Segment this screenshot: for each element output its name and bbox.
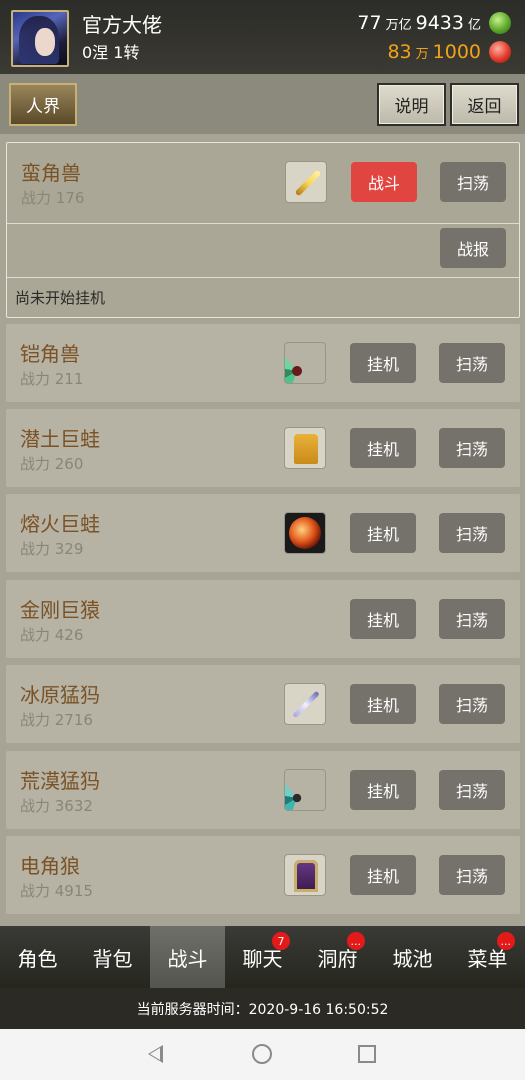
sweep-button[interactable]: 扫荡 <box>439 343 505 383</box>
sweep-button[interactable]: 扫荡 <box>439 513 505 553</box>
idle-button[interactable]: 挂机 <box>350 343 416 383</box>
back-button[interactable]: 返回 <box>450 83 519 126</box>
golden-sword-icon[interactable] <box>285 161 327 203</box>
monster-power: 战力 3632 <box>20 797 93 815</box>
server-time-bar: 当前服务器时间：2020-9-16 16:50:52 <box>0 988 525 1029</box>
report-button[interactable]: 战报 <box>440 228 506 268</box>
sweep-button[interactable]: 扫荡 <box>439 599 505 639</box>
nav-chat[interactable]: 聊天 7 <box>225 926 300 988</box>
menu-badge: ... <box>496 932 515 950</box>
battle-panel: 人界 说明 返回 蛮角兽 战力 176 战斗 扫荡 战报 尚未开始挂机 铠角兽 … <box>0 74 525 926</box>
divider <box>7 277 519 278</box>
currency-primary-unit-b: 亿 <box>467 17 481 33</box>
monster-name: 熔火巨蛙 <box>20 512 100 536</box>
monster-card: 冰原猛犸 战力 2716 挂机 扫荡 <box>6 665 520 743</box>
nav-role[interactable]: 角色 <box>0 926 75 988</box>
bottom-nav: 角色 背包 战斗 聊天 7 洞府 ... 城池 菜单 ... <box>0 926 525 988</box>
idle-button[interactable]: 挂机 <box>350 770 416 810</box>
sweep-button[interactable]: 扫荡 <box>439 684 505 724</box>
nav-menu[interactable]: 菜单 ... <box>450 926 525 988</box>
player-name: 官方大佬 <box>82 13 162 37</box>
monster-name: 潜土巨蛙 <box>20 427 100 451</box>
divider <box>7 223 519 224</box>
monster-power: 战力 426 <box>20 626 84 644</box>
green-gem-icon <box>489 12 511 34</box>
nav-city[interactable]: 城池 <box>375 926 450 988</box>
monster-name: 冰原猛犸 <box>20 683 100 707</box>
currency-primary: 77 万亿 9433 亿 <box>357 10 511 36</box>
sweep-button[interactable]: 扫荡 <box>439 428 505 468</box>
monster-power: 战力 176 <box>21 189 85 207</box>
idle-button[interactable]: 挂机 <box>350 599 416 639</box>
yellow-robe-icon[interactable] <box>284 427 326 469</box>
purple-armor-icon[interactable] <box>284 854 326 896</box>
nav-battle[interactable]: 战斗 <box>150 926 225 988</box>
avatar-face <box>35 28 55 56</box>
monster-card: 潜土巨蛙 战力 260 挂机 扫荡 <box>6 409 520 487</box>
fire-orb-icon[interactable] <box>284 512 326 554</box>
currency-primary-unit-a: 万亿 <box>385 17 412 33</box>
nav-label: 战斗 <box>167 946 208 971</box>
currency-secondary-amount-b: 1000 <box>432 41 481 63</box>
monster-card: 金刚巨猿 战力 426 挂机 扫荡 <box>6 580 520 658</box>
idle-button[interactable]: 挂机 <box>350 855 416 895</box>
battle-toolbar: 人界 说明 返回 <box>0 74 525 134</box>
monster-card: 电角狼 战力 4915 挂机 扫荡 <box>6 836 520 914</box>
idle-button[interactable]: 挂机 <box>350 513 416 553</box>
nav-label: 背包 <box>92 946 133 971</box>
idle-status-text: 尚未开始挂机 <box>15 289 106 307</box>
sweep-button[interactable]: 扫荡 <box>439 855 505 895</box>
sweep-button[interactable]: 扫荡 <box>439 770 505 810</box>
player-header: 官方大佬 0涅 1转 77 万亿 9433 亿 83 万 1000 <box>0 0 525 74</box>
red-gem-icon <box>489 41 511 63</box>
system-nav-bar <box>0 1029 525 1080</box>
active-monster-card: 蛮角兽 战力 176 战斗 扫荡 战报 尚未开始挂机 <box>6 142 520 318</box>
server-time: 当前服务器时间：2020-9-16 16:50:52 <box>136 1001 389 1018</box>
nav-label: 城池 <box>392 946 433 971</box>
system-back-icon[interactable] <box>148 1045 163 1063</box>
monster-name: 荒漠猛犸 <box>20 769 100 793</box>
monster-name: 铠角兽 <box>20 342 80 366</box>
sweep-button[interactable]: 扫荡 <box>440 162 506 202</box>
player-level: 0涅 1转 <box>82 43 140 62</box>
monster-power: 战力 2716 <box>20 711 93 729</box>
monster-name: 金刚巨猿 <box>20 598 100 622</box>
currency-primary-amount-a: 77 <box>357 12 382 34</box>
currency-primary-amount-b: 9433 <box>415 12 464 34</box>
silver-blade-icon[interactable] <box>284 683 326 725</box>
realm-button[interactable]: 人界 <box>9 83 77 126</box>
monster-power: 战力 211 <box>20 370 84 388</box>
green-fan-icon[interactable] <box>284 342 326 384</box>
chat-badge: 7 <box>272 932 290 950</box>
currency-secondary: 83 万 1000 <box>387 39 511 65</box>
system-recent-icon[interactable] <box>358 1045 376 1063</box>
fight-button[interactable]: 战斗 <box>351 162 417 202</box>
monster-card: 荒漠猛犸 战力 3632 挂机 扫荡 <box>6 751 520 829</box>
currency-secondary-unit-a: 万 <box>415 46 429 62</box>
system-home-icon[interactable] <box>252 1044 272 1064</box>
monster-card: 铠角兽 战力 211 挂机 扫荡 <box>6 324 520 402</box>
teal-fan-icon[interactable] <box>284 769 326 811</box>
monster-name: 电角狼 <box>20 854 80 878</box>
nav-label: 角色 <box>17 946 58 971</box>
monster-name: 蛮角兽 <box>21 161 81 185</box>
monster-power: 战力 4915 <box>20 882 93 900</box>
nav-cave[interactable]: 洞府 ... <box>300 926 375 988</box>
idle-button[interactable]: 挂机 <box>350 684 416 724</box>
explain-button[interactable]: 说明 <box>377 83 446 126</box>
currency-secondary-amount-a: 83 <box>387 41 412 63</box>
monster-power: 战力 329 <box>20 540 84 558</box>
cave-badge: ... <box>346 932 365 950</box>
player-avatar[interactable] <box>11 10 69 67</box>
idle-button[interactable]: 挂机 <box>350 428 416 468</box>
monster-card: 熔火巨蛙 战力 329 挂机 扫荡 <box>6 494 520 572</box>
nav-bag[interactable]: 背包 <box>75 926 150 988</box>
monster-power: 战力 260 <box>20 455 84 473</box>
